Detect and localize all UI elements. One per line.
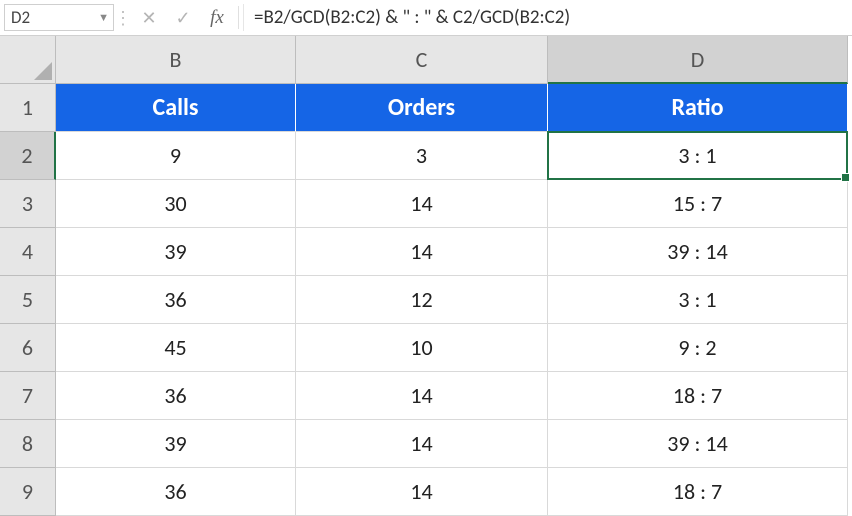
cell-B4[interactable]: 39 [56,228,296,276]
row-header-3[interactable]: 3 [0,180,56,228]
separator-icon: ⋮ [114,0,132,35]
cell-D4[interactable]: 39 : 14 [548,228,848,276]
name-box-value: D2 [11,7,30,28]
column-header-B[interactable]: B [56,36,296,84]
header-cell-ratio[interactable]: Ratio [548,84,848,132]
cell-D5[interactable]: 3 : 1 [548,276,848,324]
cell-B5[interactable]: 36 [56,276,296,324]
select-all-corner[interactable] [0,36,56,84]
cell-D6[interactable]: 9 : 2 [548,324,848,372]
name-box[interactable]: D2 ▼ [4,4,114,31]
cancel-icon[interactable]: ✕ [132,0,166,35]
enter-icon[interactable]: ✓ [166,0,200,35]
column-header-C[interactable]: C [296,36,548,84]
cell-C4[interactable]: 14 [296,228,548,276]
row-header-7[interactable]: 7 [0,372,56,420]
row-header-6[interactable]: 6 [0,324,56,372]
cell-C8[interactable]: 14 [296,420,548,468]
column-header-D[interactable]: D [548,36,848,84]
chevron-down-icon[interactable]: ▼ [98,11,109,24]
row-header-1[interactable]: 1 [0,84,56,132]
cell-D9[interactable]: 18 : 7 [548,468,848,516]
row-header-8[interactable]: 8 [0,420,56,468]
cell-B7[interactable]: 36 [56,372,296,420]
cell-C2[interactable]: 3 [296,132,548,180]
formula-input[interactable]: =B2/GCD(B2:C2) & " : " & C2/GCD(B2:C2) [243,4,848,31]
cell-C6[interactable]: 10 [296,324,548,372]
cell-B9[interactable]: 36 [56,468,296,516]
formula-bar: D2 ▼ ⋮ ✕ ✓ fx =B2/GCD(B2:C2) & " : " & C… [0,0,852,36]
cell-C5[interactable]: 12 [296,276,548,324]
header-cell-calls[interactable]: Calls [56,84,296,132]
cell-D7[interactable]: 18 : 7 [548,372,848,420]
header-cell-orders[interactable]: Orders [296,84,548,132]
row-header-9[interactable]: 9 [0,468,56,516]
cell-B8[interactable]: 39 [56,420,296,468]
cell-B6[interactable]: 45 [56,324,296,372]
cell-B2[interactable]: 9 [56,132,296,180]
cell-D2[interactable]: 3 : 1 [548,132,848,180]
cell-D3[interactable]: 15 : 7 [548,180,848,228]
cell-D8[interactable]: 39 : 14 [548,420,848,468]
cell-C9[interactable]: 14 [296,468,548,516]
spreadsheet-grid: B C D 1 Calls Orders Ratio 2 9 3 3 : 1 3… [0,36,852,516]
fx-icon[interactable]: fx [200,0,234,35]
cell-C7[interactable]: 14 [296,372,548,420]
row-header-2[interactable]: 2 [0,132,56,180]
divider [238,6,239,29]
cell-B3[interactable]: 30 [56,180,296,228]
cell-C3[interactable]: 14 [296,180,548,228]
row-header-4[interactable]: 4 [0,228,56,276]
row-header-5[interactable]: 5 [0,276,56,324]
